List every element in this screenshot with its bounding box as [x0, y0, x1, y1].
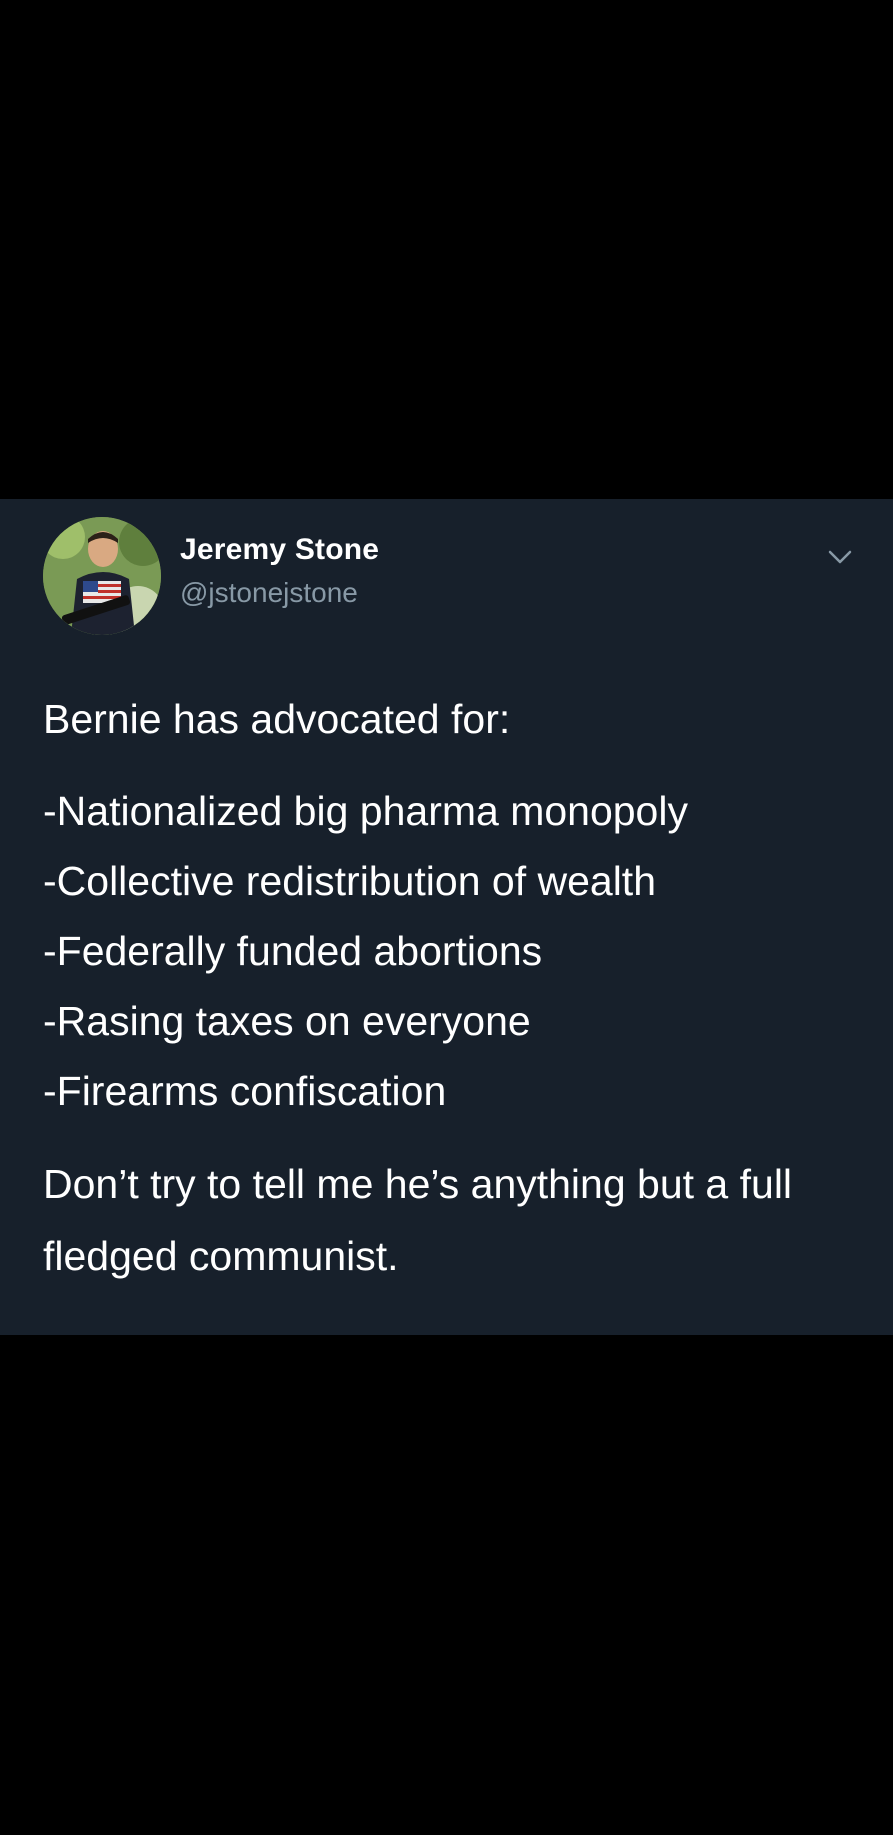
- list-item: -Collective redistribution of wealth: [43, 858, 656, 904]
- chevron-down-icon: [827, 549, 853, 570]
- tweet-intro: Bernie has advocated for:: [43, 696, 511, 742]
- tweet-closing: Don’t try to tell me he’s anything but a…: [43, 1161, 793, 1279]
- tweet-card: Jeremy Stone @jstonejstone Bernie has ad…: [0, 499, 893, 1335]
- advocacy-list: -Nationalized big pharma monopoly -Colle…: [43, 776, 863, 1126]
- list-item: -Nationalized big pharma monopoly: [43, 788, 688, 834]
- avatar-image: [43, 517, 161, 635]
- author-name[interactable]: Jeremy Stone: [180, 533, 379, 567]
- tweet-text: Bernie has advocated for: -Nationalized …: [43, 684, 863, 1292]
- list-item: -Federally funded abortions: [43, 928, 543, 974]
- author-handle[interactable]: @jstonejstone: [180, 577, 358, 609]
- more-options-button[interactable]: [820, 539, 860, 579]
- list-item: -Rasing taxes on everyone: [43, 998, 531, 1044]
- avatar[interactable]: [43, 517, 161, 635]
- list-item: -Firearms confiscation: [43, 1068, 447, 1114]
